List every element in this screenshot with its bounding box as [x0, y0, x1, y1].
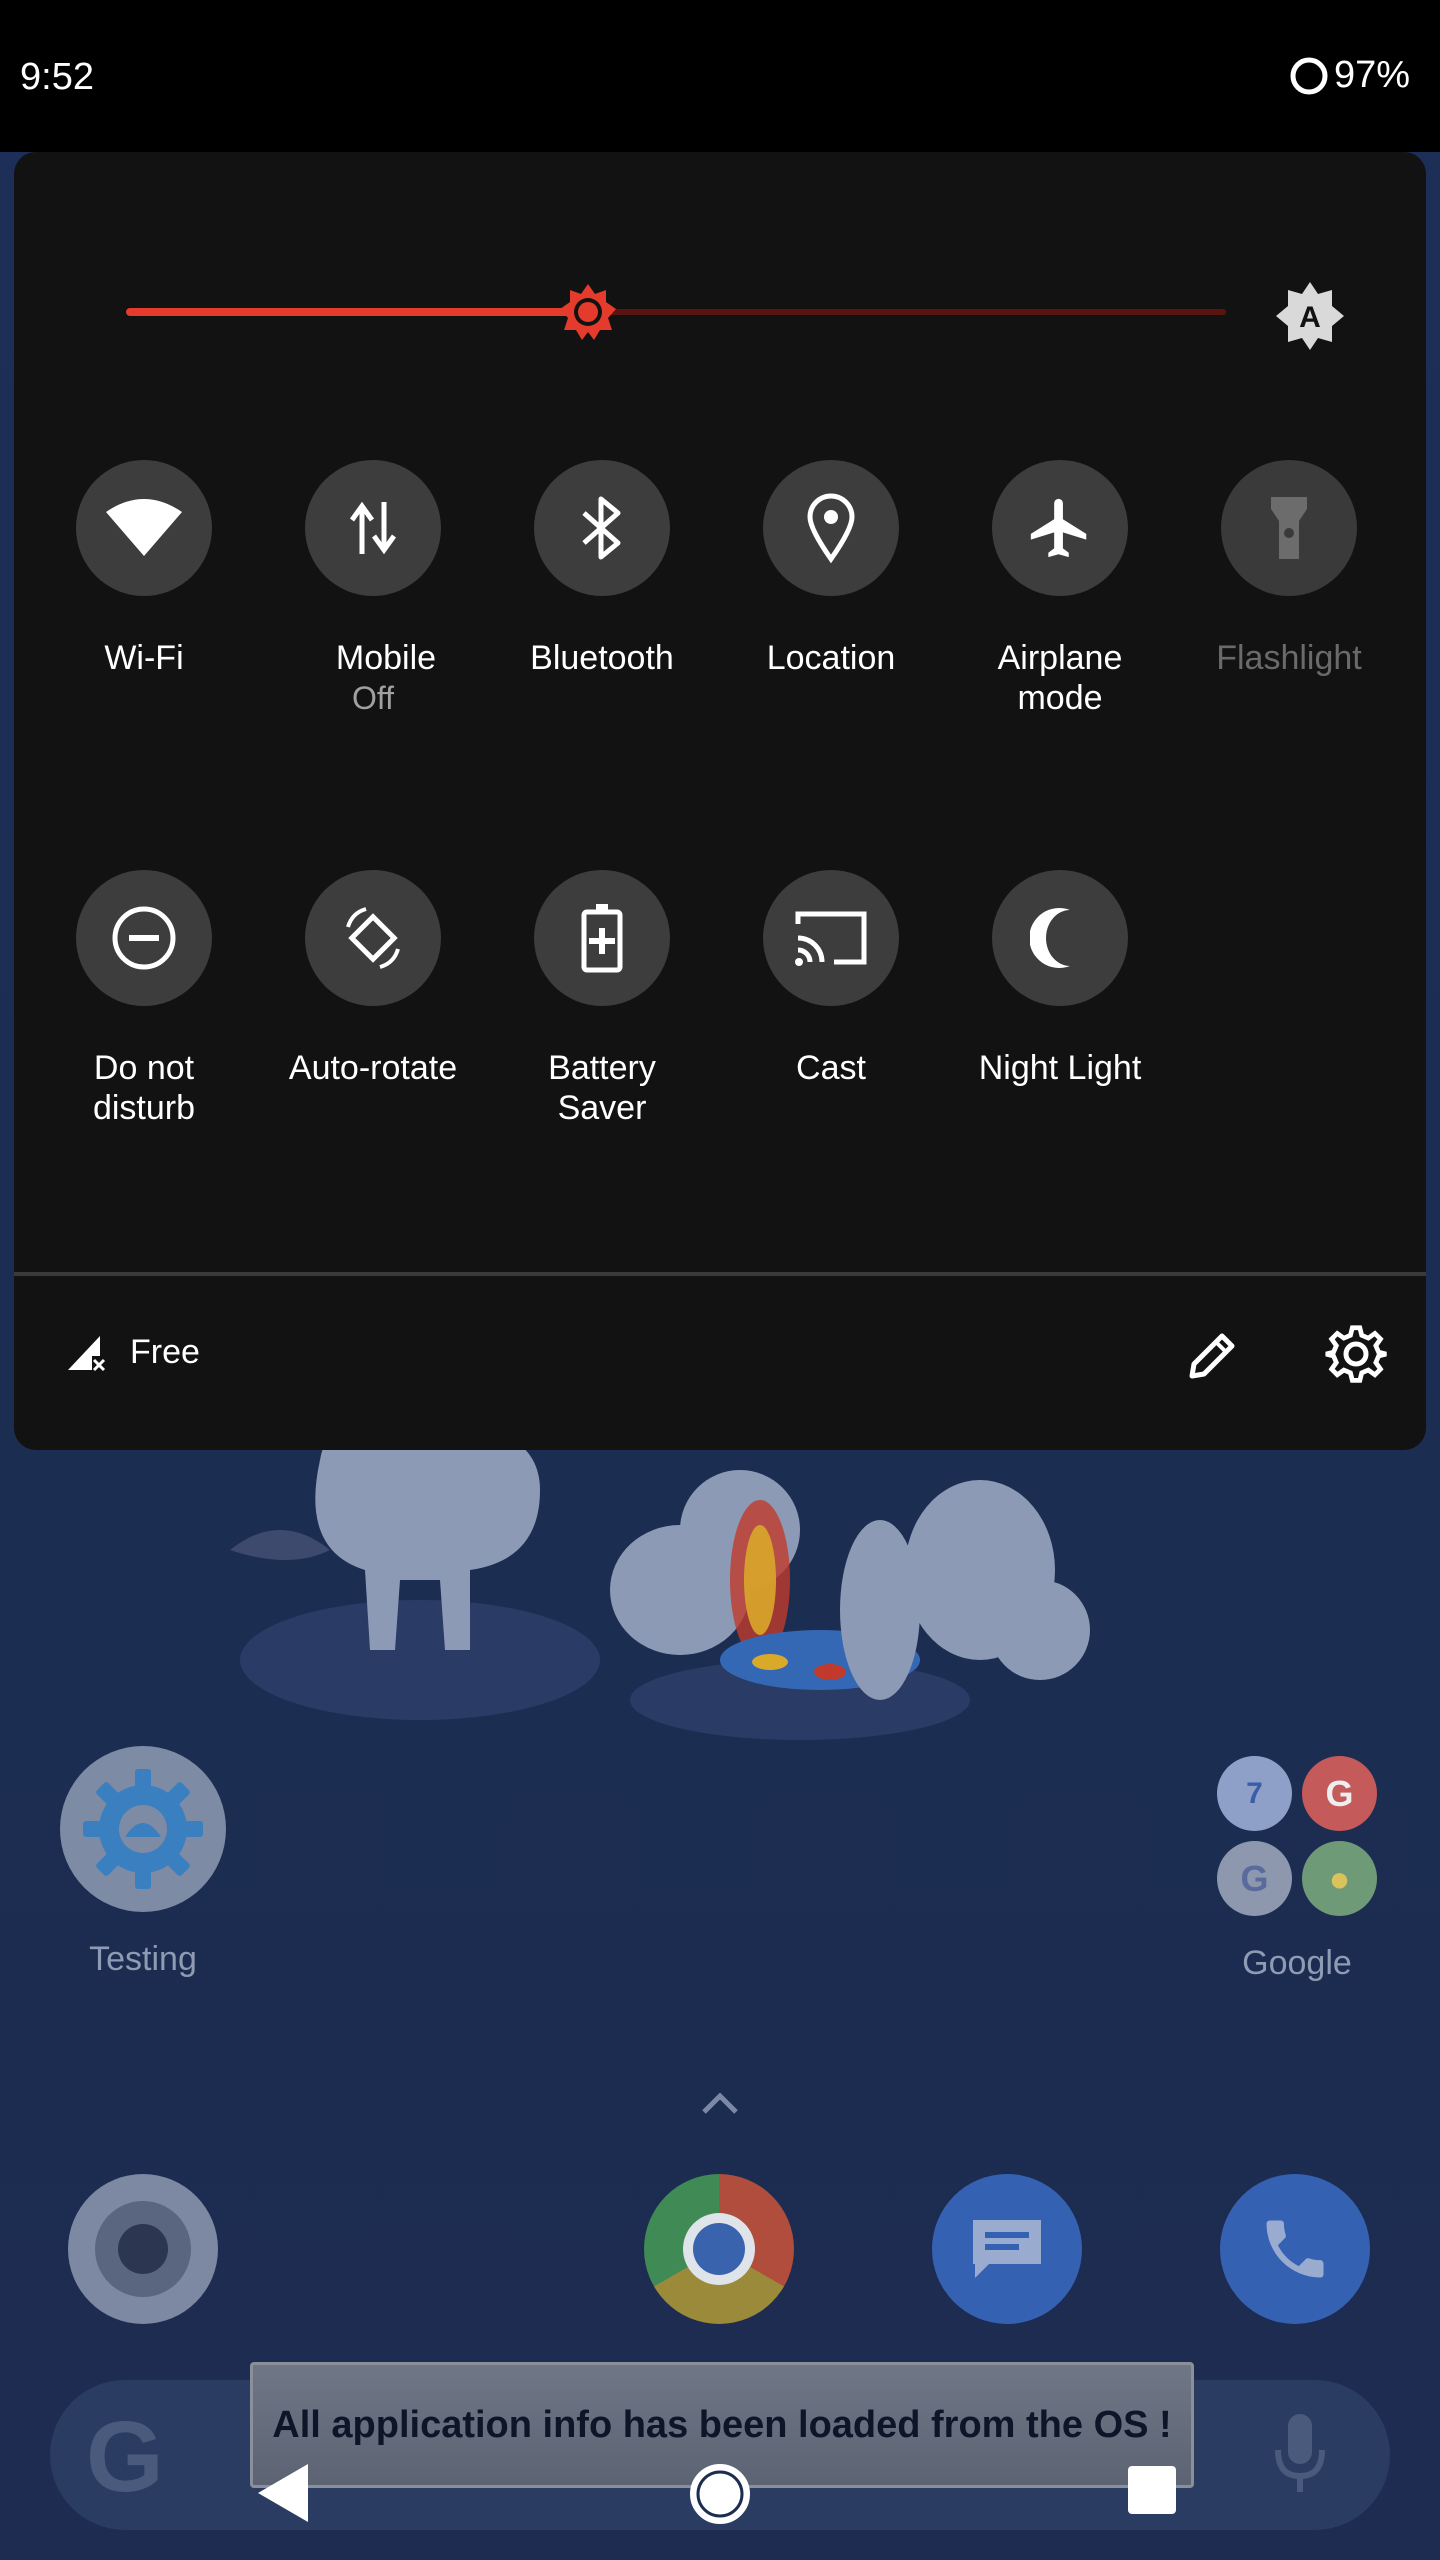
tile-label: Night Light	[978, 1049, 1142, 1087]
tile-label: Wi-Fi	[104, 639, 184, 677]
brightness-slider[interactable]	[126, 284, 1226, 340]
tile-wifi[interactable]: Wi-Fi	[29, 460, 259, 678]
tile-cast[interactable]: Cast	[716, 870, 946, 1088]
edit-icon[interactable]	[1182, 1326, 1242, 1386]
tile-flashlight[interactable]: Flashlight	[1174, 460, 1404, 678]
google-folder-label: Google	[1242, 1944, 1352, 1982]
wifi-icon	[106, 499, 182, 556]
night-light-icon	[1030, 908, 1070, 968]
tile-label: Mobile	[335, 639, 437, 677]
carrier-info: Free	[66, 1332, 200, 1372]
app-drawer-chevron-icon[interactable]	[700, 2088, 740, 2118]
settings-gear-icon[interactable]	[1324, 1322, 1388, 1386]
tile-location[interactable]: Location	[716, 460, 946, 678]
auto-rotate-icon	[346, 907, 400, 969]
tile-label: Flashlight	[1216, 639, 1362, 677]
tile-label: Battery Saver	[548, 1049, 656, 1127]
testing-app-icon	[60, 1746, 226, 1912]
wallpaper-illustration	[230, 1415, 1090, 1740]
bluetooth-icon	[582, 496, 621, 560]
battery-saver-icon	[581, 904, 623, 973]
google-folder-icon: 7 G G ●	[1217, 1756, 1377, 1916]
signal-no-data-icon	[68, 1336, 106, 1372]
tile-label: Cast	[796, 1049, 866, 1087]
tile-auto-rotate[interactable]: Auto-rotate	[258, 870, 488, 1088]
svg-text:A: A	[1299, 301, 1321, 334]
brightness-fill	[126, 308, 588, 316]
calendar-icon: 7	[1217, 1756, 1292, 1831]
phone-app-icon[interactable]	[1220, 2174, 1370, 2324]
tile-sublabel: Off	[351, 680, 395, 716]
battery-percent: 97%	[1333, 54, 1410, 96]
location-icon	[807, 493, 855, 563]
tile-bluetooth[interactable]: Bluetooth	[487, 460, 717, 678]
do-not-disturb-icon	[112, 906, 176, 970]
maps-icon: ●	[1302, 1841, 1377, 1916]
tile-label: Auto-rotate	[288, 1049, 458, 1087]
cast-icon	[795, 911, 867, 966]
testing-app-label: Testing	[89, 1940, 197, 1978]
auto-brightness-icon[interactable]: A	[1274, 280, 1346, 352]
quick-settings-panel: A Wi-Fi Mobile Off Bluetooth Location Ai…	[14, 152, 1426, 1450]
google-folder[interactable]: 7 G G ● Google	[1187, 1756, 1407, 1983]
quick-settings-footer: Free	[14, 1276, 1426, 1450]
tile-night-light[interactable]: Night Light	[945, 870, 1175, 1088]
tile-label: Do not disturb	[92, 1049, 196, 1127]
recents-button[interactable]	[1126, 2464, 1178, 2516]
tile-label: Bluetooth	[530, 639, 674, 677]
google-g-icon: G	[1217, 1841, 1292, 1916]
tile-label: Location	[766, 639, 896, 677]
airplane-icon	[1030, 498, 1087, 558]
navigation-bar	[0, 2440, 1440, 2560]
camera-app-icon[interactable]	[68, 2174, 218, 2324]
back-button[interactable]	[252, 2460, 312, 2526]
mobile-data-icon	[349, 501, 397, 555]
brightness-thumb-icon[interactable]	[558, 282, 618, 342]
chrome-app-icon[interactable]	[644, 2174, 794, 2324]
carrier-name: Free	[130, 1332, 200, 1371]
tile-label: Airplane mode	[997, 639, 1123, 717]
tile-airplane-mode[interactable]: Airplane mode	[945, 460, 1175, 718]
tile-do-not-disturb[interactable]: Do not disturb	[29, 870, 259, 1128]
status-time: 9:52	[20, 56, 94, 98]
tile-battery-saver[interactable]: Battery Saver	[487, 870, 717, 1128]
testing-app[interactable]: Testing	[33, 1746, 253, 1979]
google-g-red-icon: G	[1302, 1756, 1377, 1831]
status-bar: 9:52 97%	[0, 0, 1440, 152]
messages-app-icon[interactable]	[932, 2174, 1082, 2324]
home-button[interactable]	[686, 2460, 754, 2528]
flashlight-icon	[1271, 497, 1307, 559]
recents-icon	[1128, 2466, 1176, 2514]
tile-mobile-data[interactable]: Mobile Off	[258, 460, 488, 718]
battery-status: 97%	[1288, 54, 1410, 97]
battery-icon	[1290, 57, 1328, 94]
back-icon	[258, 2464, 308, 2522]
home-icon	[690, 2464, 750, 2524]
